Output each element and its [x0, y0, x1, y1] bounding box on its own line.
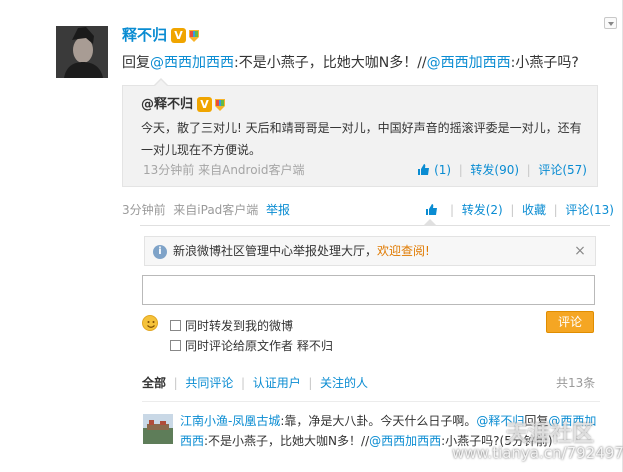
verified-v-icon: V: [171, 28, 187, 43]
emoji-icon[interactable]: [142, 315, 158, 331]
quoted-repost-link[interactable]: 转发(90): [470, 163, 519, 177]
quoted-like-button[interactable]: (1): [417, 163, 451, 177]
verified-v-icon: V: [197, 97, 213, 112]
mention-link[interactable]: @西西加西西: [427, 55, 511, 71]
repost-checkbox-label: 同时转发到我的微博: [185, 319, 294, 333]
quoted-author-name[interactable]: @释不归: [141, 97, 193, 112]
author-name[interactable]: 释不归: [122, 26, 167, 44]
thumbs-up-icon: [418, 164, 430, 175]
notice-bar: i 新浪微博社区管理中心举报处理大厅，欢迎查阅! ×: [144, 236, 596, 266]
weibo-post-card: 释不归 V 回复@西西加西西:不是小燕子，比她大咖N多！//@西西加西西:小燕子吗…: [0, 0, 623, 472]
club-badge-icon: [215, 98, 226, 111]
quoted-meta: 13分钟前 来自Android客户端: [143, 161, 305, 178]
notice-text: 新浪微博社区管理中心举报处理大厅，: [173, 244, 378, 258]
post-author[interactable]: 释不归 V: [122, 24, 200, 45]
filter-verified[interactable]: 认证用户: [253, 376, 301, 390]
thumbs-up-icon: [426, 204, 438, 215]
quoted-author[interactable]: @释不归 V: [141, 93, 226, 112]
info-icon: i: [153, 244, 167, 259]
close-icon[interactable]: ×: [573, 244, 587, 258]
reply-tail: :小燕子吗?: [510, 55, 579, 71]
quoted-actions: (1) | 转发(90) | 评论(57): [417, 161, 587, 178]
reply-body: :不是小燕子，比她大咖N多！//: [234, 55, 427, 71]
mention-link[interactable]: @西西加西西: [369, 434, 441, 448]
comment-filters: 全部 | 共同评论 | 认证用户 | 关注的人: [142, 376, 369, 390]
post-time[interactable]: 3分钟前: [122, 203, 166, 217]
checkbox-box[interactable]: [170, 320, 181, 331]
commenter-avatar[interactable]: [143, 414, 173, 444]
quoted-text: 今天，散了三对儿! 天后和靖哥哥是一对儿，中国好声音的摇滚评委是一对儿，还有一对…: [141, 121, 582, 157]
quoted-source[interactable]: 来自Android客户端: [198, 163, 304, 177]
filter-following[interactable]: 关注的人: [320, 376, 368, 390]
checkbox-box[interactable]: [170, 340, 181, 351]
comment-link[interactable]: 评论(13): [565, 203, 614, 217]
like-button[interactable]: [425, 203, 442, 217]
watermark-url: www.tianya.cn/79249722: [452, 444, 623, 462]
comment-text: :靠，净是大八卦。今天什么日子啊。: [280, 414, 477, 428]
comment-input[interactable]: [142, 275, 595, 305]
comment-author-checkbox-label: 同时评论给原文作者 释不归: [185, 339, 333, 353]
quoted-like-count: (1): [434, 163, 452, 177]
comment-count: 共13条: [556, 376, 596, 390]
notice-link[interactable]: 欢迎查阅!: [377, 244, 430, 258]
post-text: 回复@西西加西西:不是小燕子，比她大咖N多！//@西西加西西:小燕子吗?: [122, 52, 579, 72]
repost-checkbox[interactable]: 同时转发到我的微博: [170, 317, 293, 334]
filter-mutual[interactable]: 共同评论: [185, 376, 233, 390]
club-badge-icon: [189, 29, 200, 42]
post-meta: 3分钟前 来自iPad客户端 举报: [122, 201, 290, 218]
comment-text: :不是小燕子，比她大咖N多！//: [204, 434, 370, 448]
submit-comment-button[interactable]: 评论: [546, 311, 594, 333]
repost-link[interactable]: 转发(2): [462, 203, 503, 217]
post-menu-toggle[interactable]: [604, 17, 617, 29]
post-actions: | 转发(2) | 收藏 | 评论(13): [425, 201, 614, 218]
comment-panel: i 新浪微博社区管理中心举报处理大厅，欢迎查阅! × 同时转发到我的微博 同时评论…: [140, 219, 610, 400]
favorite-link[interactable]: 收藏: [522, 203, 546, 217]
filter-all[interactable]: 全部: [142, 376, 166, 390]
quoted-time[interactable]: 13分钟前: [143, 163, 194, 177]
post-source[interactable]: 来自iPad客户端: [173, 203, 258, 217]
avatar[interactable]: [56, 26, 108, 78]
quoted-post: @释不归 V 今天，散了三对儿! 天后和靖哥哥是一对儿，中国好声音的摇滚评委是一对…: [122, 78, 598, 187]
commenter-name[interactable]: 江南小渔-凤凰古城: [180, 414, 280, 428]
comment-author-checkbox[interactable]: 同时评论给原文作者 释不归: [170, 337, 333, 354]
divider: [142, 401, 600, 402]
reply-prefix: 回复: [122, 55, 150, 71]
quoted-comment-link[interactable]: 评论(57): [538, 163, 587, 177]
mention-link[interactable]: @西西加西西: [150, 55, 234, 71]
report-link[interactable]: 举报: [266, 203, 290, 217]
